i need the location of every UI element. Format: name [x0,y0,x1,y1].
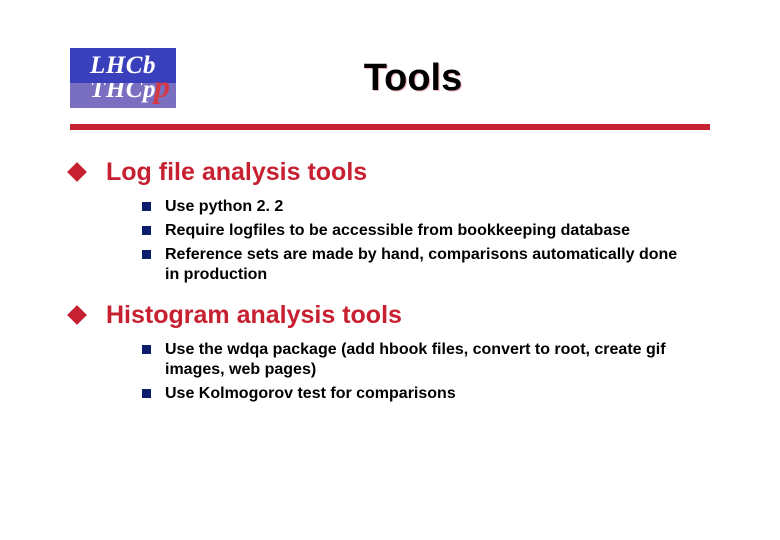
item-text: Use the wdqa package (add hbook files, c… [165,340,685,380]
item-list: Use python 2. 2 Require logfiles to be a… [70,197,710,285]
diamond-bullet-icon [67,162,87,182]
slide-header: LHCb THCp p Tools [0,0,780,118]
section-head: Histogram analysis tools [70,301,710,330]
square-bullet-icon [142,202,151,211]
diamond-bullet-icon [67,305,87,325]
item-text: Use Kolmogorov test for comparisons [165,384,456,404]
section-histogram: Histogram analysis tools Use the wdqa pa… [70,301,710,404]
slide-content: Log file analysis tools Use python 2. 2 … [0,130,780,404]
item-text: Use python 2. 2 [165,197,283,217]
item-list: Use the wdqa package (add hbook files, c… [70,340,710,404]
list-item: Use Kolmogorov test for comparisons [142,384,710,404]
slide-title: Tools [176,57,710,100]
square-bullet-icon [142,250,151,259]
list-item: Reference sets are made by hand, compari… [142,245,710,285]
item-text: Require logfiles to be accessible from b… [165,221,630,241]
item-text: Reference sets are made by hand, compari… [165,245,685,285]
square-bullet-icon [142,345,151,354]
section-head: Log file analysis tools [70,158,710,187]
lhcb-logo: LHCb THCp p [70,48,176,108]
section-title: Log file analysis tools [106,158,367,187]
list-item: Require logfiles to be accessible from b… [142,221,710,241]
list-item: Use python 2. 2 [142,197,710,217]
square-bullet-icon [142,389,151,398]
divider-wrap [0,118,780,130]
square-bullet-icon [142,226,151,235]
section-logfile: Log file analysis tools Use python 2. 2 … [70,158,710,285]
section-title: Histogram analysis tools [106,301,402,330]
logo-overlay: p [154,68,170,105]
list-item: Use the wdqa package (add hbook files, c… [142,340,710,380]
